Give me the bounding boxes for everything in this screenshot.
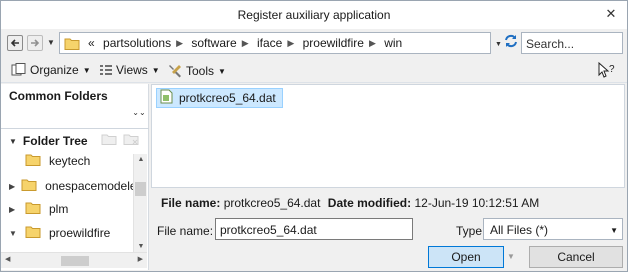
breadcrumb-item[interactable]: win [384,36,402,50]
chevron-down-icon: ▼ [151,65,160,75]
help-cursor-icon[interactable]: ? [597,61,617,82]
chevron-down-icon: ▼ [218,66,226,76]
tools-menu[interactable]: Tools ▼ [167,63,226,79]
cancel-button[interactable]: Cancel [529,246,623,268]
tree-item-plm[interactable]: ▶ plm [1,198,133,220]
navigation-pane: Common Folders ⌄⌄ ▼ Folder Tree keytech … [1,84,149,270]
folder-icon [64,37,80,53]
tree-item-onespacemodeler[interactable]: ▶ onespacemodeler [1,175,133,197]
scroll-left-icon[interactable]: ◀ [5,255,10,263]
refresh-icon[interactable] [502,32,520,50]
tree-item-label: onespacemodeler [45,179,133,193]
breadcrumb-item[interactable]: software [191,36,236,50]
details-date-value: 12-Jun-19 10:12:51 AM [414,196,540,210]
forward-arrow-icon[interactable] [27,35,43,51]
breadcrumb-item[interactable]: proewildfire [303,36,364,50]
window-title: Register auxiliary application [237,8,391,22]
double-chevron-down-icon[interactable]: ⌄⌄ [132,108,146,122]
organize-icon [11,63,26,76]
file-name-label: File name: [157,224,214,238]
vertical-scrollbar[interactable]: ▲ ▼ [133,154,147,252]
address-dropdown-icon[interactable]: ▼ [495,41,502,48]
chevron-right-icon[interactable]: ▶ [242,38,249,49]
details-name-label: File name: [161,196,221,210]
folder-icon [25,225,41,241]
common-folders-header: Common Folders [9,89,108,103]
details-date-label: Date modified: [327,196,412,210]
tools-label: Tools [186,64,215,78]
chevron-down-icon: ▼ [610,226,618,235]
collapse-triangle-icon[interactable]: ▼ [9,137,17,146]
open-options-chevron-icon[interactable]: ▼ [507,252,515,261]
dat-file-icon [160,89,173,107]
toolbar: Organize ▼ Views ▼ Tools ▼ ? [1,57,627,83]
svg-text:?: ? [609,64,615,75]
expand-triangle-icon[interactable]: ▶ [9,205,19,214]
details-name-value: protkcreo5_64.dat [223,196,321,210]
type-select-value: All Files (*) [490,223,549,237]
breadcrumb-prefix[interactable]: « [88,36,95,50]
title-bar: Register auxiliary application ✕ [1,1,627,29]
folder-icon [25,201,41,217]
views-icon [100,65,112,75]
file-item[interactable]: protkcreo5_64.dat [156,88,283,108]
type-select[interactable]: All Files (*) ▼ [483,218,623,240]
scroll-thumb[interactable] [61,256,89,266]
tree-actions [101,132,139,146]
tree-item-label: plm [49,202,69,216]
breadcrumb-item[interactable]: partsolutions [103,36,171,50]
organize-label: Organize [30,63,79,77]
views-menu[interactable]: Views ▼ [99,63,160,77]
dialog-window: Register auxiliary application ✕ ▼ « par… [0,0,628,272]
scroll-up-icon[interactable]: ▲ [134,156,148,163]
breadcrumb-item[interactable]: iface [257,36,282,50]
folder-tree-header[interactable]: ▼ Folder Tree [9,134,88,148]
tree-item-label: proewildfire [49,226,111,240]
tree-item-proewildfire[interactable]: ▼ proewildfire [1,222,133,244]
chevron-down-icon: ▼ [82,65,91,75]
file-name-input[interactable]: protkcreo5_64.dat [215,218,413,240]
search-input[interactable]: Search... [521,32,623,54]
expand-triangle-icon[interactable]: ▶ [9,182,15,191]
scroll-down-icon[interactable]: ▼ [134,243,148,250]
recent-locations-chevron-icon[interactable]: ▼ [47,38,55,47]
folder-icon [21,178,37,194]
folder-tree-label: Folder Tree [22,134,88,148]
views-label: Views [116,63,148,77]
scroll-thumb[interactable] [135,182,146,196]
folder-icon [25,153,41,169]
address-bar[interactable]: « partsolutions ▶ software ▶ iface ▶ proewi… [59,32,491,54]
collapse-triangle-icon[interactable]: ▼ [9,229,19,238]
scroll-right-icon[interactable]: ▶ [138,255,143,263]
divider [1,128,149,129]
type-label: Type [456,224,483,238]
file-list[interactable]: protkcreo5_64.dat [151,84,625,188]
back-arrow-icon[interactable] [7,35,23,51]
delete-folder-icon[interactable] [123,132,139,146]
new-folder-icon[interactable] [101,132,117,146]
file-details: File name: protkcreo5_64.dat Date modifi… [161,196,539,210]
open-button[interactable]: Open [428,246,504,268]
horizontal-scrollbar[interactable]: ◀ ▶ [1,252,147,268]
chevron-right-icon[interactable]: ▶ [176,38,183,49]
tools-icon [169,65,181,78]
chevron-right-icon[interactable]: ▶ [287,38,294,49]
chevron-right-icon[interactable]: ▶ [369,38,376,49]
file-name-label: protkcreo5_64.dat [179,91,276,105]
breadcrumb: « partsolutions ▶ software ▶ iface ▶ proewi… [88,36,402,50]
tree-item-label: keytech [49,154,91,168]
organize-menu[interactable]: Organize ▼ [11,63,91,77]
tree-item-keytech[interactable]: keytech [1,150,133,172]
close-icon[interactable]: ✕ [603,6,619,22]
